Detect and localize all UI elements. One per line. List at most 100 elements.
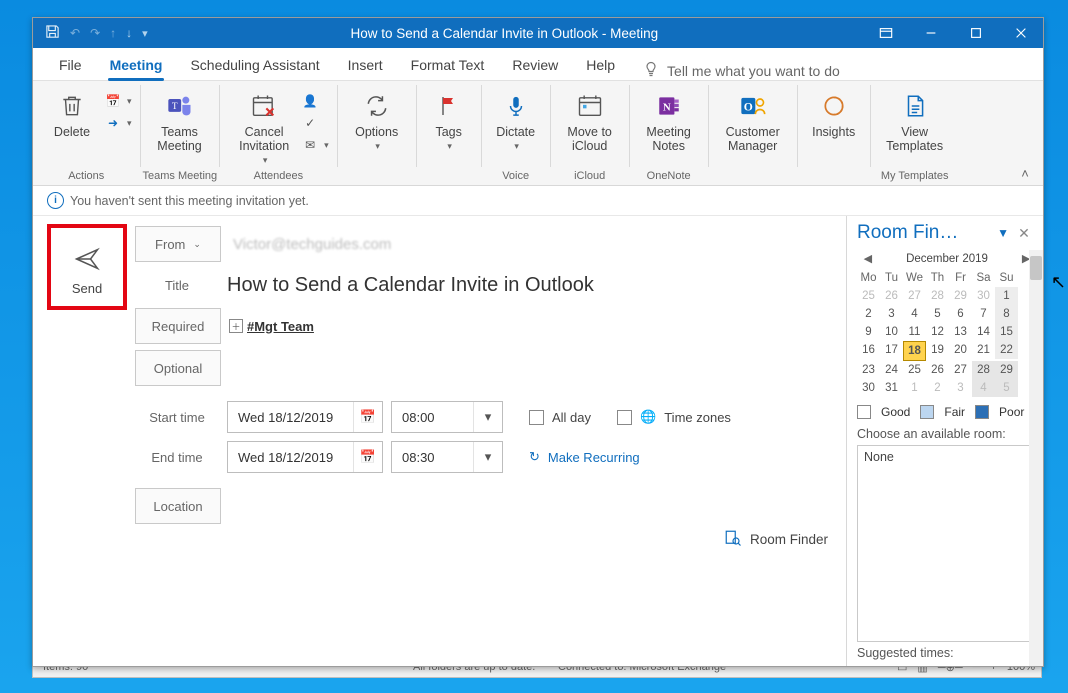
- minimize-button[interactable]: [908, 18, 953, 48]
- customer-manager-button[interactable]: O Customer Manager: [717, 87, 789, 153]
- calendar-day[interactable]: 29: [949, 287, 972, 305]
- calendar-day[interactable]: 26: [880, 287, 903, 305]
- calendar-day[interactable]: 19: [926, 341, 949, 359]
- calendar-day[interactable]: 1: [995, 287, 1018, 305]
- from-button[interactable]: From⌄: [135, 226, 221, 262]
- calendar-day[interactable]: 9: [857, 323, 880, 341]
- room-finder-close[interactable]: ✕: [1013, 225, 1035, 242]
- collapse-ribbon-icon[interactable]: ˄: [1015, 166, 1035, 181]
- tab-file[interactable]: File: [47, 51, 94, 80]
- qat-customize-icon[interactable]: ▾: [142, 27, 146, 40]
- cancel-invitation-button[interactable]: Cancel Invitation▾: [228, 87, 300, 167]
- calendar-day[interactable]: 3: [880, 305, 903, 323]
- calendar-day[interactable]: 1: [903, 379, 926, 397]
- calendar-day[interactable]: 23: [857, 361, 880, 379]
- tab-review[interactable]: Review: [500, 51, 570, 80]
- calendar-day[interactable]: 27: [949, 361, 972, 379]
- make-recurring-link[interactable]: ↻ Make Recurring: [529, 449, 640, 465]
- calendar-day[interactable]: 14: [972, 323, 995, 341]
- ribbon-display-icon[interactable]: [863, 18, 908, 48]
- location-button[interactable]: Location: [135, 488, 221, 524]
- calendar-day[interactable]: 29: [995, 361, 1018, 379]
- calendar-day[interactable]: 8: [995, 305, 1018, 323]
- end-date-picker[interactable]: Wed 18/12/2019 📅: [227, 441, 383, 473]
- optional-field[interactable]: [229, 353, 836, 383]
- calendar-day[interactable]: 30: [857, 379, 880, 397]
- calendar-day[interactable]: 16: [857, 341, 880, 359]
- required-button[interactable]: Required: [135, 308, 221, 344]
- meeting-notes-button[interactable]: N Meeting Notes: [638, 87, 700, 153]
- calendar-day[interactable]: 5: [995, 379, 1018, 397]
- start-time-picker[interactable]: 08:00 ▾: [391, 401, 503, 433]
- pane-scrollbar[interactable]: [1029, 250, 1043, 666]
- save-icon[interactable]: [45, 24, 60, 42]
- end-time-picker[interactable]: 08:30 ▾: [391, 441, 503, 473]
- available-rooms-list[interactable]: None: [857, 445, 1037, 642]
- calendar-day[interactable]: 18: [903, 341, 926, 361]
- move-to-icloud-button[interactable]: Move to iCloud: [559, 87, 621, 153]
- calendar-day[interactable]: 7: [972, 305, 995, 323]
- time-zones-checkbox[interactable]: [617, 410, 632, 425]
- all-day-checkbox[interactable]: [529, 410, 544, 425]
- options-button[interactable]: Options▾: [346, 87, 408, 153]
- dictate-button[interactable]: Dictate▾: [490, 87, 542, 153]
- teams-meeting-button[interactable]: T Teams Meeting: [149, 87, 211, 153]
- calendar-day[interactable]: 25: [857, 287, 880, 305]
- view-templates-button[interactable]: View Templates: [879, 87, 951, 153]
- qat-down-icon[interactable]: ↓: [126, 26, 132, 40]
- close-button[interactable]: [998, 18, 1043, 48]
- calendar-day[interactable]: 2: [926, 379, 949, 397]
- redo-icon[interactable]: ↷: [90, 26, 100, 40]
- calendar-day[interactable]: 22: [995, 341, 1018, 359]
- mini-calendar[interactable]: ◀ December 2019 ▶ MoTuWeThFrSaSu25262728…: [857, 250, 1037, 397]
- prev-month-icon[interactable]: ◀: [864, 252, 872, 265]
- tab-help[interactable]: Help: [574, 51, 627, 80]
- response-options-button[interactable]: ✉▾: [302, 137, 329, 153]
- tags-button[interactable]: Tags▾: [425, 87, 473, 153]
- insights-button[interactable]: Insights: [806, 87, 862, 139]
- calendar-day[interactable]: 31: [880, 379, 903, 397]
- qat-up-icon[interactable]: ↑: [110, 26, 116, 40]
- calendar-day[interactable]: 13: [949, 323, 972, 341]
- expand-group-icon[interactable]: ＋: [229, 319, 243, 333]
- calendar-day[interactable]: 28: [926, 287, 949, 305]
- room-finder-menu[interactable]: ▼: [993, 226, 1013, 240]
- delete-button[interactable]: Delete: [41, 87, 103, 139]
- tab-meeting[interactable]: Meeting: [98, 51, 175, 80]
- calendar-day[interactable]: 5: [926, 305, 949, 323]
- calendar-day[interactable]: 10: [880, 323, 903, 341]
- start-date-picker[interactable]: Wed 18/12/2019 📅: [227, 401, 383, 433]
- maximize-button[interactable]: [953, 18, 998, 48]
- calendar-day[interactable]: 30: [972, 287, 995, 305]
- calendar-day[interactable]: 26: [926, 361, 949, 379]
- undo-icon[interactable]: ↶: [70, 26, 80, 40]
- calendar-day[interactable]: 17: [880, 341, 903, 359]
- required-field[interactable]: ＋ #Mgt Team: [229, 319, 314, 334]
- calendar-day[interactable]: 24: [880, 361, 903, 379]
- calendar-day[interactable]: 28: [972, 361, 995, 379]
- calendar-day[interactable]: 20: [949, 341, 972, 359]
- calendar-day[interactable]: 21: [972, 341, 995, 359]
- send-button[interactable]: Send: [47, 224, 127, 310]
- calendar-day[interactable]: 3: [949, 379, 972, 397]
- calendar-day[interactable]: 12: [926, 323, 949, 341]
- address-book-button[interactable]: 👤: [302, 93, 329, 109]
- calendar-small-button[interactable]: 📅▾: [105, 93, 132, 109]
- check-names-button[interactable]: ✓: [302, 115, 329, 131]
- room-finder-button[interactable]: Room Finder: [724, 529, 828, 550]
- calendar-day[interactable]: 15: [995, 323, 1018, 341]
- forward-small-button[interactable]: ➜▾: [105, 115, 132, 131]
- calendar-day[interactable]: 6: [949, 305, 972, 323]
- tab-insert[interactable]: Insert: [336, 51, 395, 80]
- location-field[interactable]: [229, 491, 836, 521]
- calendar-day[interactable]: 4: [972, 379, 995, 397]
- calendar-day[interactable]: 27: [903, 287, 926, 305]
- calendar-day[interactable]: 25: [903, 361, 926, 379]
- optional-button[interactable]: Optional: [135, 350, 221, 386]
- title-input[interactable]: How to Send a Calendar Invite in Outlook: [227, 274, 594, 297]
- tab-scheduling-assistant[interactable]: Scheduling Assistant: [178, 51, 331, 80]
- calendar-day[interactable]: 2: [857, 305, 880, 323]
- calendar-day[interactable]: 4: [903, 305, 926, 323]
- calendar-day[interactable]: 11: [903, 323, 926, 341]
- tell-me-search[interactable]: Tell me what you want to do: [643, 61, 840, 80]
